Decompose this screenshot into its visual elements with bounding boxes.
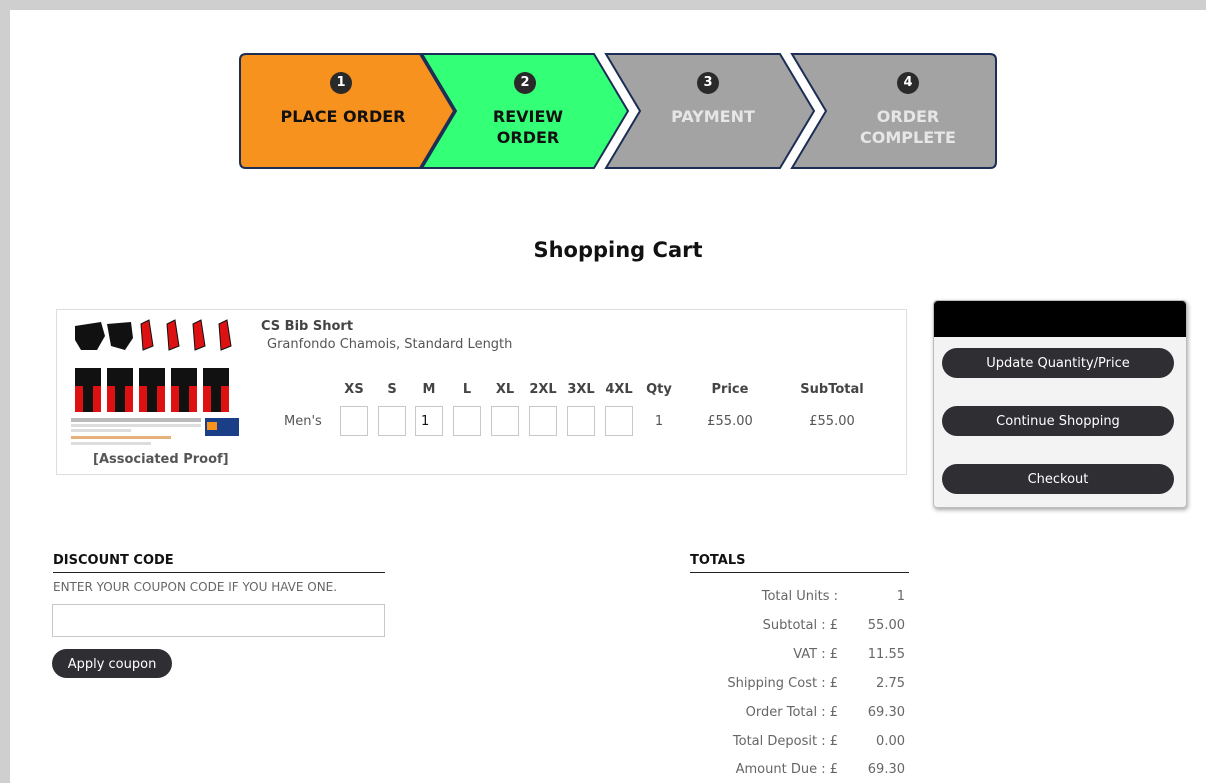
product-proof-thumbnail[interactable] — [71, 316, 241, 456]
step-4-label-line1: ORDER — [876, 107, 940, 126]
step-2-number: 2 — [514, 72, 536, 94]
discount-help-text: ENTER YOUR COUPON CODE IF YOU HAVE ONE. — [53, 580, 338, 594]
order-total-label: Order Total : £ — [745, 705, 838, 720]
size-header-2xl: 2XL — [529, 382, 557, 397]
qty-input-xl[interactable] — [491, 406, 519, 436]
subtotal-label: Subtotal : £ — [762, 618, 838, 633]
amount-due-label: Amount Due : £ — [735, 762, 838, 777]
step-2-label-line1: REVIEW — [492, 107, 564, 126]
vat-label: VAT : £ — [793, 647, 838, 662]
associated-proof-link[interactable]: [Associated Proof] — [93, 452, 229, 467]
total-deposit-value: 0.00 — [876, 734, 905, 749]
coupon-input[interactable] — [52, 604, 385, 637]
step-2-label-line2: ORDER — [496, 128, 560, 147]
qty-input-s[interactable] — [378, 406, 406, 436]
product-name: CS Bib Short — [261, 319, 354, 334]
left-border — [0, 10, 10, 783]
row-label-mens: Men's — [284, 414, 322, 429]
cart-actions-header — [934, 301, 1186, 337]
size-header-m: M — [422, 382, 436, 397]
order-total-value: 69.30 — [867, 705, 905, 720]
checkout-button[interactable]: Checkout — [942, 464, 1174, 494]
amount-due-value: 69.30 — [867, 762, 905, 777]
step-1-label-line1: PLACE ORDER — [280, 107, 406, 126]
continue-shopping-button[interactable]: Continue Shopping — [942, 406, 1174, 436]
qty-input-xs[interactable] — [340, 406, 368, 436]
price-header: Price — [711, 382, 749, 397]
product-description: Granfondo Chamois, Standard Length — [267, 337, 513, 352]
size-header-xs: XS — [344, 382, 364, 397]
cart-actions-panel: Update Quantity/Price Continue Shopping … — [933, 300, 1187, 508]
apply-coupon-button[interactable]: Apply coupon — [52, 649, 172, 678]
size-header-l: L — [462, 382, 472, 397]
size-header-3xl: 3XL — [567, 382, 595, 397]
qty-input-m[interactable] — [415, 406, 443, 436]
totals-title: TOTALS — [690, 553, 746, 568]
step-3-number: 3 — [697, 72, 719, 94]
size-header-xl: XL — [495, 382, 515, 397]
total-units-value: 1 — [896, 589, 905, 604]
vat-value: 11.55 — [867, 647, 905, 662]
discount-title: DISCOUNT CODE — [53, 553, 174, 568]
subtotal-value: £55.00 — [809, 414, 855, 429]
subtotal-total-value: 55.00 — [867, 618, 905, 633]
discount-divider — [53, 572, 385, 573]
shipping-cost-label: Shipping Cost : £ — [727, 676, 838, 691]
qty-value: 1 — [654, 414, 664, 429]
size-header-s: S — [387, 382, 397, 397]
step-1-label: PLACE ORDER — [258, 106, 428, 127]
price-value: £55.00 — [707, 414, 753, 429]
qty-input-4xl[interactable] — [605, 406, 633, 436]
qty-input-l[interactable] — [453, 406, 481, 436]
subtotal-header: SubTotal — [800, 382, 864, 397]
top-border — [0, 0, 1206, 10]
step-4-number: 4 — [897, 72, 919, 94]
checkout-progress: 1 PLACE ORDER 2 REVIEW ORDER 3 PAYMENT 4… — [238, 52, 998, 172]
qty-input-3xl[interactable] — [567, 406, 595, 436]
qty-header: Qty — [646, 382, 672, 397]
step-4-label: ORDER COMPLETE — [828, 106, 988, 148]
step-1-number: 1 — [330, 72, 352, 94]
totals-divider — [690, 572, 909, 573]
step-3-label: PAYMENT — [633, 106, 793, 127]
step-2-label: REVIEW ORDER — [448, 106, 608, 148]
page-title: Shopping Cart — [533, 238, 703, 262]
size-header-4xl: 4XL — [605, 382, 633, 397]
update-quantity-button[interactable]: Update Quantity/Price — [942, 348, 1174, 378]
total-deposit-label: Total Deposit : £ — [732, 734, 838, 749]
total-units-label: Total Units : — [761, 589, 838, 604]
shipping-cost-value: 2.75 — [876, 676, 905, 691]
step-3-label-line1: PAYMENT — [671, 107, 755, 126]
qty-input-2xl[interactable] — [529, 406, 557, 436]
cart-item: [Associated Proof] CS Bib Short Granfond… — [56, 309, 907, 475]
step-4-label-line2: COMPLETE — [860, 128, 956, 147]
